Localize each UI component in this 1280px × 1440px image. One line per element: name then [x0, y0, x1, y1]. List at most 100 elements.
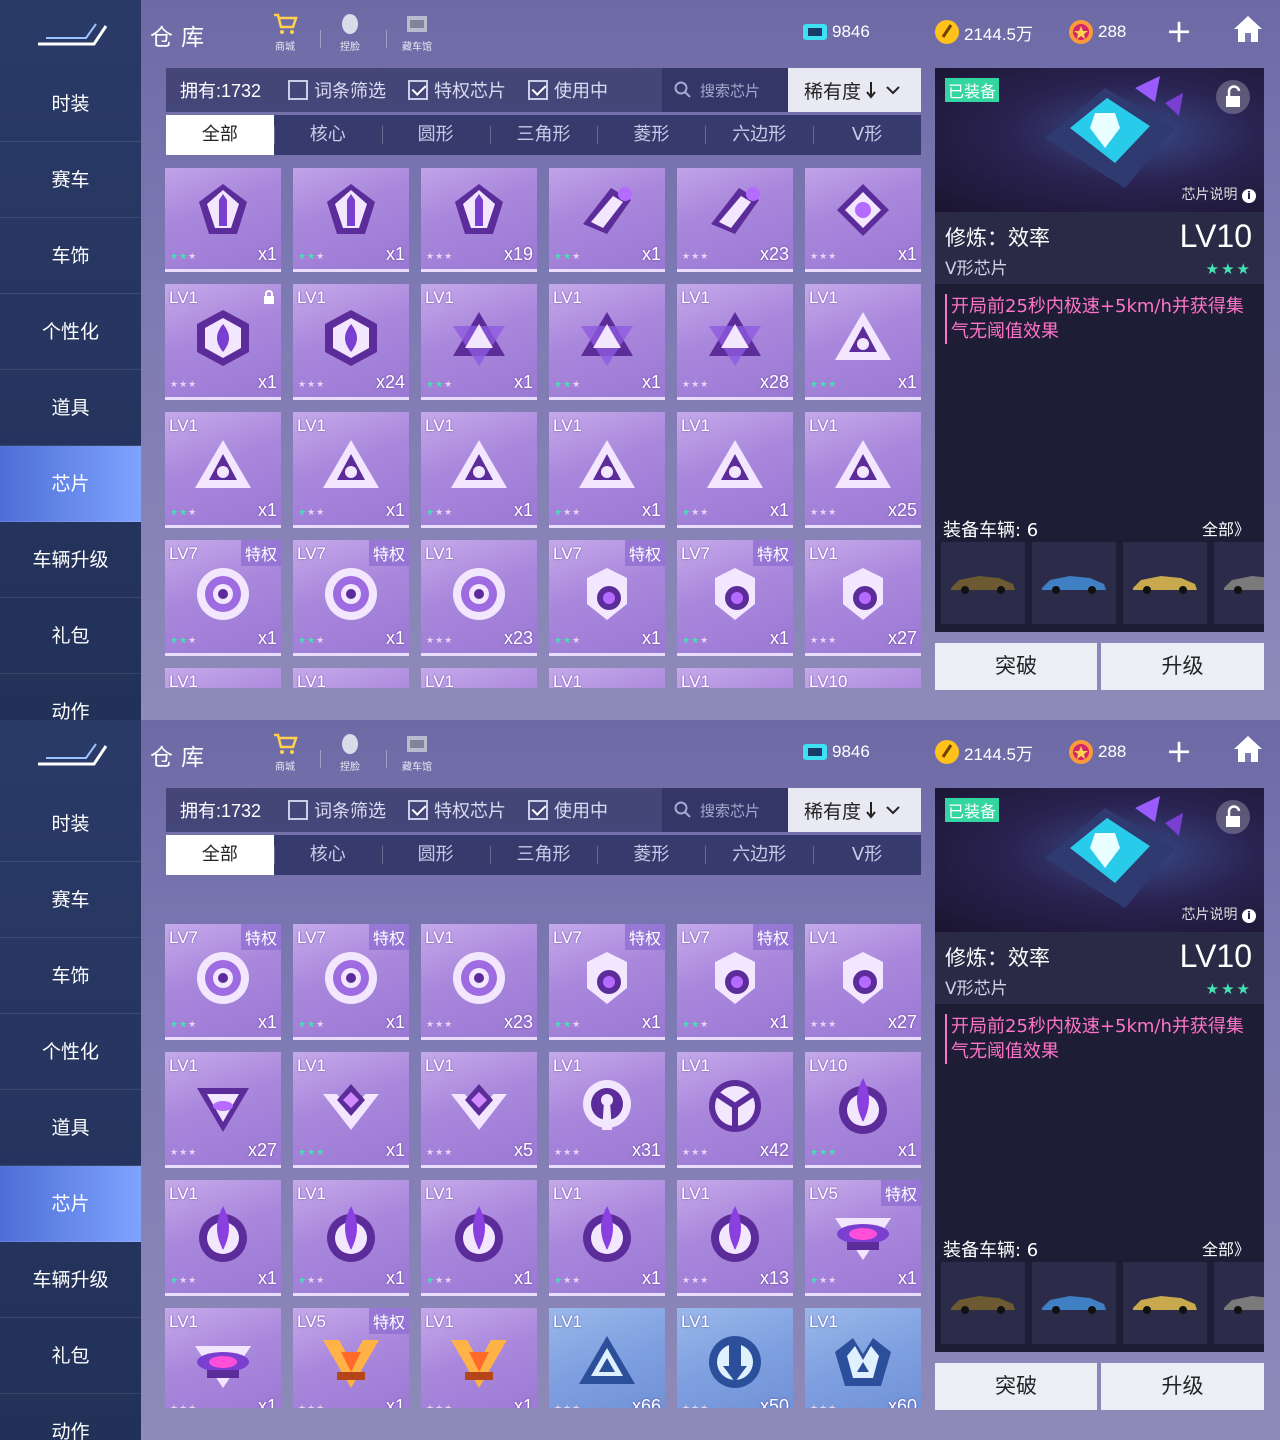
- garage-button[interactable]: 藏车馆: [394, 732, 440, 778]
- chip-item[interactable]: x1 ★★★: [165, 168, 281, 272]
- entry-filter-checkbox[interactable]: 词条筛选: [288, 77, 386, 103]
- sidebar-item[interactable]: 动作: [0, 674, 141, 720]
- chip-item[interactable]: LV1 x1 ★★★: [293, 412, 409, 528]
- chip-item[interactable]: LV1 x23 ★★★: [421, 924, 537, 1040]
- garage-button[interactable]: 藏车馆: [394, 12, 440, 58]
- sidebar-item[interactable]: 时装: [0, 786, 141, 862]
- shop-button[interactable]: 商城: [262, 12, 308, 58]
- vehicle-thumb[interactable]: [941, 1262, 1025, 1344]
- chip-item[interactable]: LV1 x1 ★★★: [421, 284, 537, 400]
- in-use-checkbox[interactable]: 使用中: [528, 797, 608, 823]
- chip-item[interactable]: LV1 x1 ★★★: [165, 1308, 281, 1408]
- chip-item[interactable]: LV7 特权 x1 ★★★: [549, 924, 665, 1040]
- home-icon[interactable]: [1232, 734, 1264, 764]
- vehicle-thumb[interactable]: [1032, 1262, 1116, 1344]
- tab-6[interactable]: V形: [813, 835, 921, 875]
- vehicle-thumb[interactable]: [941, 542, 1025, 624]
- lock-toggle-button[interactable]: [1216, 800, 1250, 834]
- breakthrough-button[interactable]: 突破: [935, 643, 1097, 690]
- chip-item[interactable]: LV1 x28 ★★★: [677, 284, 793, 400]
- chip-item[interactable]: LV1: [293, 668, 409, 688]
- all-vehicles-link[interactable]: 全部》: [1202, 1236, 1250, 1260]
- chip-item[interactable]: LV1 x1 ★★★: [677, 412, 793, 528]
- chip-grid-viewport[interactable]: LV7 特权 x1 ★★★ LV7 特权 x1 ★★★ LV1 x23 ★★★ LV7 特权 x1 ★★★ L…: [165, 888, 921, 1408]
- sidebar-item[interactable]: 芯片: [0, 446, 141, 522]
- add-currency-button[interactable]: +: [1164, 735, 1194, 767]
- vehicle-thumb[interactable]: [1123, 542, 1207, 624]
- vehicle-thumb[interactable]: [1214, 1262, 1264, 1344]
- tab-0[interactable]: 全部: [166, 115, 274, 155]
- chip-item[interactable]: LV1: [165, 668, 281, 688]
- sidebar-item[interactable]: 芯片: [0, 1166, 141, 1242]
- tab-3[interactable]: 三角形: [489, 835, 598, 875]
- chip-item[interactable]: LV1 x50 ★★★: [677, 1308, 793, 1408]
- tab-2[interactable]: 圆形: [381, 115, 490, 155]
- chip-item[interactable]: LV1: [677, 668, 793, 688]
- chip-item[interactable]: x1 ★★★: [549, 168, 665, 272]
- tab-3[interactable]: 三角形: [489, 115, 598, 155]
- chip-item[interactable]: LV10 x1 ★★★: [805, 1052, 921, 1168]
- chip-item[interactable]: LV1 x1 ★★★: [549, 412, 665, 528]
- chip-item[interactable]: LV7 特权 x1 ★★★: [677, 924, 793, 1040]
- currency-coins[interactable]: 2144.5万: [934, 738, 1033, 766]
- chip-item[interactable]: LV1 x66 ★★★: [549, 1308, 665, 1408]
- upgrade-button[interactable]: 升级: [1101, 643, 1264, 690]
- chip-item[interactable]: LV7 特权 x1 ★★★: [165, 924, 281, 1040]
- in-use-checkbox[interactable]: 使用中: [528, 77, 608, 103]
- sidebar-item[interactable]: 赛车: [0, 862, 141, 938]
- chip-item[interactable]: LV1 x1 ★★★: [549, 284, 665, 400]
- chip-item[interactable]: x19 ★★★: [421, 168, 537, 272]
- entry-filter-checkbox[interactable]: 词条筛选: [288, 797, 386, 823]
- currency-tickets[interactable]: 9846: [802, 18, 870, 46]
- chip-item[interactable]: LV1 x27 ★★★: [805, 924, 921, 1040]
- chip-item[interactable]: LV1 x1 ★★★: [293, 1180, 409, 1296]
- add-currency-button[interactable]: +: [1164, 15, 1194, 47]
- chip-item[interactable]: LV1 x1 ★★★: [549, 1180, 665, 1296]
- chip-item[interactable]: LV7 特权 x1 ★★★: [293, 924, 409, 1040]
- tab-4[interactable]: 菱形: [597, 835, 705, 875]
- chip-item[interactable]: LV1 x42 ★★★: [677, 1052, 793, 1168]
- sidebar-item[interactable]: 道具: [0, 370, 141, 446]
- tab-2[interactable]: 圆形: [381, 835, 490, 875]
- currency-gems[interactable]: 288: [1068, 18, 1126, 46]
- home-icon[interactable]: [1232, 14, 1264, 44]
- sort-dropdown[interactable]: 稀有度: [788, 788, 921, 832]
- shop-button[interactable]: 商城: [262, 732, 308, 778]
- sidebar-item[interactable]: 车辆升级: [0, 522, 141, 598]
- sidebar-item[interactable]: 车饰: [0, 938, 141, 1014]
- breakthrough-button[interactable]: 突破: [935, 1363, 1097, 1410]
- currency-tickets[interactable]: 9846: [802, 738, 870, 766]
- sidebar-item[interactable]: 个性化: [0, 1014, 141, 1090]
- chip-item[interactable]: LV7 特权 x1 ★★★: [293, 540, 409, 656]
- chip-item[interactable]: x1 ★★★: [805, 168, 921, 272]
- chip-item[interactable]: x1 ★★★: [293, 168, 409, 272]
- currency-coins[interactable]: 2144.5万: [934, 18, 1033, 46]
- sidebar-item[interactable]: 时装: [0, 66, 141, 142]
- chip-item[interactable]: LV1 x31 ★★★: [549, 1052, 665, 1168]
- sidebar-item[interactable]: 礼包: [0, 1318, 141, 1394]
- chip-item[interactable]: LV1 x23 ★★★: [421, 540, 537, 656]
- tab-6[interactable]: V形: [813, 115, 921, 155]
- currency-gems[interactable]: 288: [1068, 738, 1126, 766]
- vehicle-thumb[interactable]: [1032, 542, 1116, 624]
- chip-item[interactable]: LV7 特权 x1 ★★★: [549, 540, 665, 656]
- sidebar-item[interactable]: 车饰: [0, 218, 141, 294]
- vehicle-thumb[interactable]: [1123, 1262, 1207, 1344]
- chip-info-link[interactable]: 芯片说明 i: [1182, 184, 1256, 204]
- chip-item[interactable]: LV1 x27 ★★★: [165, 1052, 281, 1168]
- chip-item[interactable]: LV1 x1 ★★★: [421, 1308, 537, 1408]
- vehicle-thumb[interactable]: [1214, 542, 1264, 624]
- tab-5[interactable]: 六边形: [705, 835, 813, 875]
- tab-1[interactable]: 核心: [273, 835, 382, 875]
- search-input[interactable]: 搜索芯片: [662, 68, 788, 112]
- chip-item[interactable]: LV1 x24 ★★★: [293, 284, 409, 400]
- chip-item[interactable]: LV1 x13 ★★★: [677, 1180, 793, 1296]
- chip-item[interactable]: LV5 特权 x1 ★★★: [293, 1308, 409, 1408]
- chip-item[interactable]: LV1 x1 ★★★: [165, 1180, 281, 1296]
- chip-item[interactable]: LV1 x1 ★★★: [805, 284, 921, 400]
- chip-item[interactable]: LV7 特权 x1 ★★★: [677, 540, 793, 656]
- chip-item[interactable]: LV5 特权 x1 ★★★: [805, 1180, 921, 1296]
- chip-item[interactable]: LV1: [549, 668, 665, 688]
- chip-item[interactable]: LV1 x5 ★★★: [421, 1052, 537, 1168]
- sidebar-item[interactable]: 车辆升级: [0, 1242, 141, 1318]
